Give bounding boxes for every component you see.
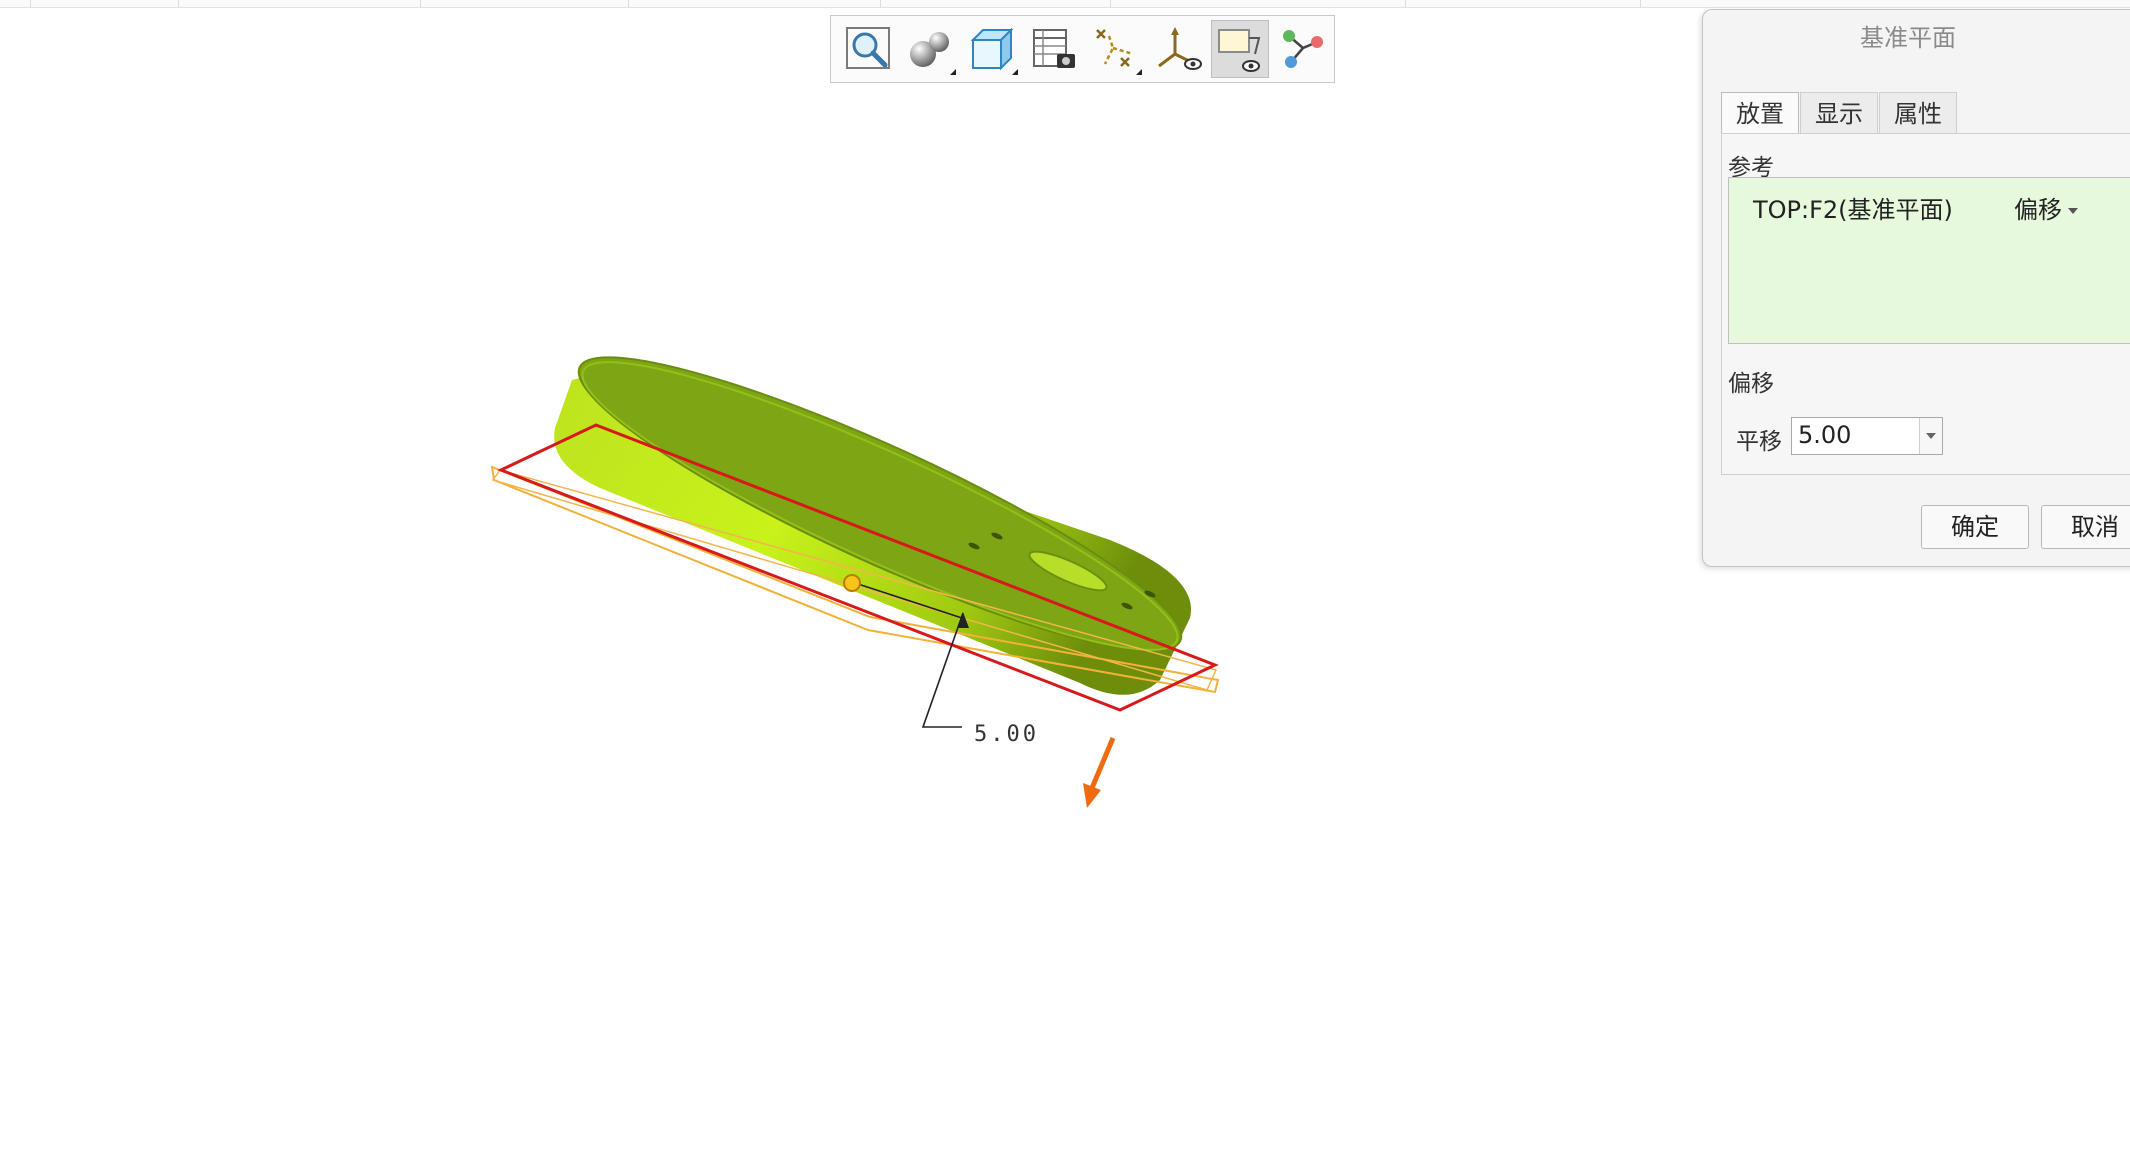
datum-plane-dialog: 基准平面 放置 显示 属性 参考 TOP:F2(基准平面) 偏移 偏移 平移 确… (1702, 9, 2130, 567)
ok-button[interactable]: 确定 (1921, 505, 2029, 549)
strip-separator (1110, 0, 1111, 7)
dialog-title: 基准平面 (1860, 24, 1956, 52)
tab-display[interactable]: 显示 (1800, 92, 1878, 133)
tab-properties[interactable]: 属性 (1879, 92, 1957, 133)
references-collector[interactable]: TOP:F2(基准平面) 偏移 (1728, 177, 2130, 344)
chevron-down-icon (2068, 208, 2078, 214)
translation-input[interactable] (1792, 418, 1922, 452)
strip-separator (880, 0, 881, 7)
cancel-button[interactable]: 取消 (2041, 505, 2130, 549)
placement-panel: 参考 TOP:F2(基准平面) 偏移 偏移 平移 (1721, 133, 2130, 475)
offset-section-label: 偏移 (1728, 371, 1774, 397)
reference-name[interactable]: TOP:F2(基准平面) (1753, 190, 1953, 225)
offset-direction-arrow[interactable] (1089, 737, 1116, 789)
strip-separator (628, 0, 629, 7)
reference-constraint-dropdown[interactable]: 偏移 (2014, 190, 2078, 225)
translation-field (1791, 417, 1943, 455)
dialog-tabs: 放置 显示 属性 (1721, 92, 1958, 133)
translation-dropdown-button[interactable] (1919, 418, 1942, 454)
graphics-viewport[interactable]: 5.00 (0, 8, 1700, 1165)
strip-separator (420, 0, 421, 7)
translation-label: 平移 (1736, 429, 1782, 455)
strip-separator (30, 0, 31, 7)
disc-model[interactable] (554, 314, 1204, 695)
tab-placement[interactable]: 放置 (1721, 92, 1799, 133)
drag-handle[interactable] (843, 574, 861, 592)
strip-separator (178, 0, 179, 7)
top-strip (0, 0, 2130, 8)
offset-dimension-label[interactable]: 5.00 (974, 722, 1039, 747)
strip-separator (1405, 0, 1406, 7)
strip-separator (1640, 0, 1641, 7)
reference-constraint-label: 偏移 (2014, 196, 2062, 224)
model-canvas (490, 314, 1220, 808)
